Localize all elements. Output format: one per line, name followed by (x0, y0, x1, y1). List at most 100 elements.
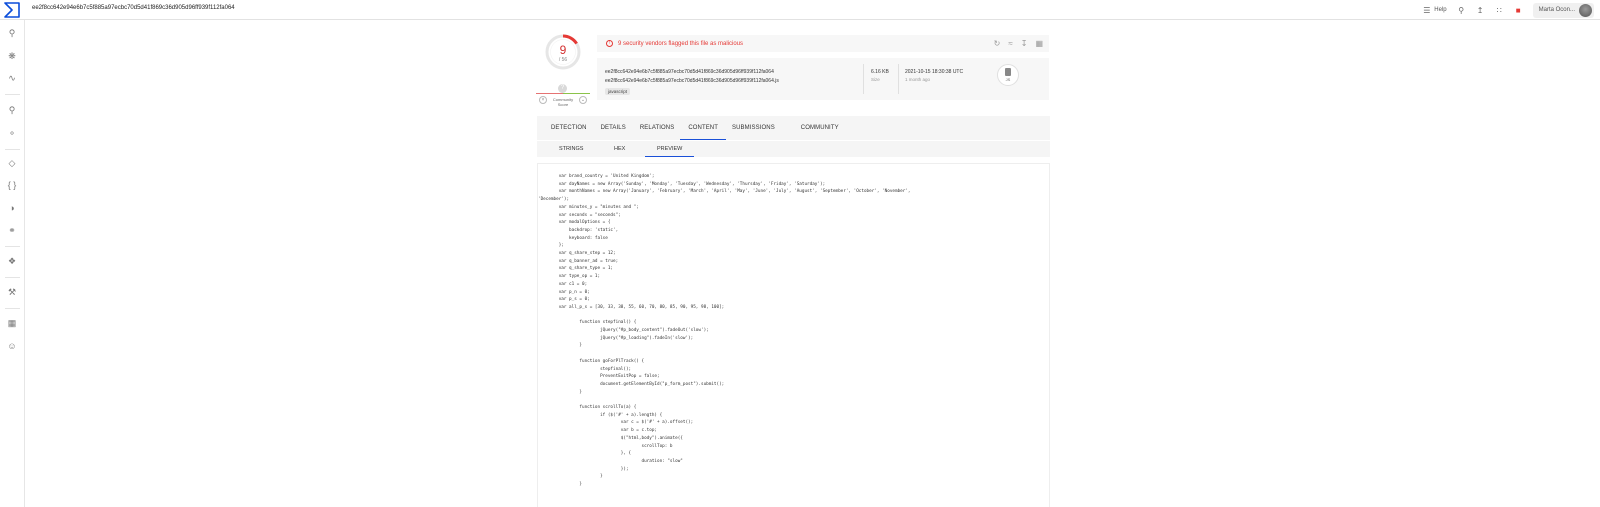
community-score-value: ? (558, 84, 567, 93)
virustotal-logo[interactable] (4, 2, 20, 18)
file-tag[interactable]: javascript (605, 88, 631, 95)
users-icon[interactable]: ☺ (7, 341, 17, 351)
trend-icon[interactable]: ∿ (7, 73, 17, 83)
code-line: document.getElementById("p_form_post").s… (538, 381, 725, 387)
alert-actions: ↻ ≈ ↧ ▦ (994, 39, 1043, 48)
code-line: var monthNames = new Array('January', 'F… (538, 189, 911, 195)
upvote-button[interactable]: ⌄ (579, 96, 587, 104)
code-line: }, { (538, 451, 632, 457)
code-line: jQuery("#p_body_content").fadeOut('slow'… (538, 328, 709, 333)
subtab-preview[interactable]: PREVIEW (644, 141, 695, 157)
code-line: var all_p_s = [30, 33, 38, 55, 60, 70, 8… (538, 304, 725, 310)
code-line: jQuery("#p_loading").fadeIn('slow'); (538, 335, 694, 341)
similar-icon[interactable]: ≈ (1008, 39, 1012, 48)
code-line: var q_banner_ad = true; (538, 258, 619, 264)
code-brackets-icon[interactable]: { } (7, 180, 17, 190)
sidebar-divider (5, 149, 20, 150)
code-line: var modalOptions = { (538, 220, 611, 226)
sidebar-divider (5, 94, 20, 95)
hunting-icon[interactable]: ⚲ (7, 105, 17, 115)
top-bar: ee2f8cc642e94e6b7c5f885a97ecbc70d5d41f86… (0, 0, 1600, 20)
tab-community[interactable]: COMMUNITY (801, 116, 839, 140)
code-line: var p_n = 0; (538, 289, 590, 295)
code-line: var b = c.top; (538, 428, 657, 434)
upload-icon[interactable]: ↥ (1476, 6, 1485, 15)
code-line: var brand_country = 'United Kingdom'; (538, 174, 655, 179)
code-line: scrollTop: b (538, 443, 673, 449)
file-hash[interactable]: ee2f8cc642e94e6b7c5f885a97ecbc70d5d41f86… (605, 69, 774, 75)
search-icon[interactable]: ⚲ (1457, 6, 1466, 15)
notifications-icon[interactable]: ■ (1514, 6, 1523, 15)
tab-relations[interactable]: RELATIONS (640, 116, 674, 140)
code-line: var q_share_type = 1; (538, 266, 614, 272)
code-line: }); (538, 466, 629, 472)
subtab-hex[interactable]: HEX (614, 141, 625, 157)
code-line: } (538, 474, 603, 480)
code-line: keyboard: false (538, 235, 608, 241)
code-line: $("html,body").animate({ (538, 435, 683, 441)
tab-content[interactable]: CONTENT (680, 116, 726, 140)
code-line: 'December'); (538, 197, 570, 203)
help-label: Help (1434, 7, 1447, 13)
graph-view-icon[interactable]: ▦ (1035, 39, 1043, 48)
alert-text: 9 security vendors flagged this file as … (618, 40, 744, 47)
malicious-alert: ! 9 security vendors flagged this file a… (597, 35, 1049, 52)
retrohunt-icon[interactable]: ⚬ (7, 128, 17, 138)
code-line: function scrollTo(a) { (538, 405, 637, 410)
code-line: var type_op = 1; (538, 274, 601, 280)
sidebar-divider (5, 277, 20, 278)
threat-icon[interactable]: ◇ (7, 158, 17, 168)
subtab-strings[interactable]: STRINGS (559, 141, 583, 157)
code-line: var dayNames = new Array('Sunday', 'Mond… (538, 181, 826, 187)
avatar (1579, 3, 1592, 17)
code-line: var q_share_step = 12; (538, 251, 616, 256)
search-hash-text[interactable]: ee2f8cc642e94e6b7c5f885a97ecbc70d5d41f86… (32, 5, 235, 11)
code-line: stepfinal(); (538, 366, 632, 372)
tab-details[interactable]: DETAILS (601, 116, 626, 140)
sidebar-divider (5, 246, 20, 247)
code-line: PreventExitPop = false; (538, 374, 660, 380)
collections-icon[interactable]: ❖ (7, 256, 17, 266)
code-line: var c1 = 0; (538, 281, 588, 287)
reanalyze-icon[interactable]: ↻ (994, 39, 1001, 48)
user-name: Marta Ocon... (1538, 7, 1575, 13)
code-line: function stepfinal() { (538, 320, 637, 326)
apps-grid-icon[interactable]: ∷ (1495, 6, 1504, 15)
help-button[interactable]: ☰ Help (1422, 6, 1446, 15)
code-line: } (538, 482, 582, 487)
detection-total: / 56 (558, 57, 568, 63)
graph-icon[interactable]: ❋ (7, 51, 17, 61)
code-line: backdrop: 'static', (538, 227, 619, 233)
sidebar-divider (5, 308, 20, 309)
code-line: var seconds = "seconds"; (538, 212, 621, 218)
diff-icon[interactable]: ◑ (7, 203, 17, 213)
main-tabs: DETECTION DETAILS RELATIONS CONTENT SUBM… (537, 116, 1050, 140)
divider (863, 64, 864, 94)
code-line: duration: "slow" (538, 458, 683, 464)
code-line: var minutes_y = "minutes and "; (538, 204, 639, 210)
analysis-date-ago: 1 month ago (905, 77, 931, 82)
code-preview[interactable]: var brand_country = 'United Kingdom'; va… (537, 163, 1050, 507)
file-type-label: JS (1005, 77, 1011, 82)
compare-icon[interactable]: ⚭ (7, 225, 17, 235)
content-subtabs: STRINGS HEX PREVIEW (537, 141, 1050, 157)
tab-submissions[interactable]: SUBMISSIONS (732, 116, 775, 140)
wrench-icon[interactable]: ⚒ (7, 287, 17, 297)
code-line: }; (538, 243, 564, 249)
reports-icon[interactable]: ▦ (7, 318, 17, 328)
user-menu-button[interactable]: Marta Ocon... (1532, 2, 1594, 18)
community-score-bar (536, 93, 590, 94)
analysis-date: 2021-10-15 18:30:38 UTC (905, 69, 964, 75)
divider (898, 64, 899, 94)
tab-detection[interactable]: DETECTION (551, 116, 587, 140)
file-type-badge: JS (997, 64, 1019, 86)
file-name[interactable]: ee2f8cc642e94e6b7c5f885a97ecbc70d5d41f86… (605, 78, 779, 84)
detection-count: 9 (559, 43, 567, 57)
file-info-panel: ee2f8cc642e94e6b7c5f885a97ecbc70d5d41f86… (597, 58, 1049, 100)
file-size: 6.16 KB (871, 69, 889, 75)
search-icon[interactable]: ⚲ (7, 28, 17, 38)
alert-icon: ! (606, 40, 613, 47)
file-icon (1005, 68, 1011, 76)
downvote-button[interactable]: × (539, 96, 547, 104)
download-icon[interactable]: ↧ (1021, 39, 1028, 48)
